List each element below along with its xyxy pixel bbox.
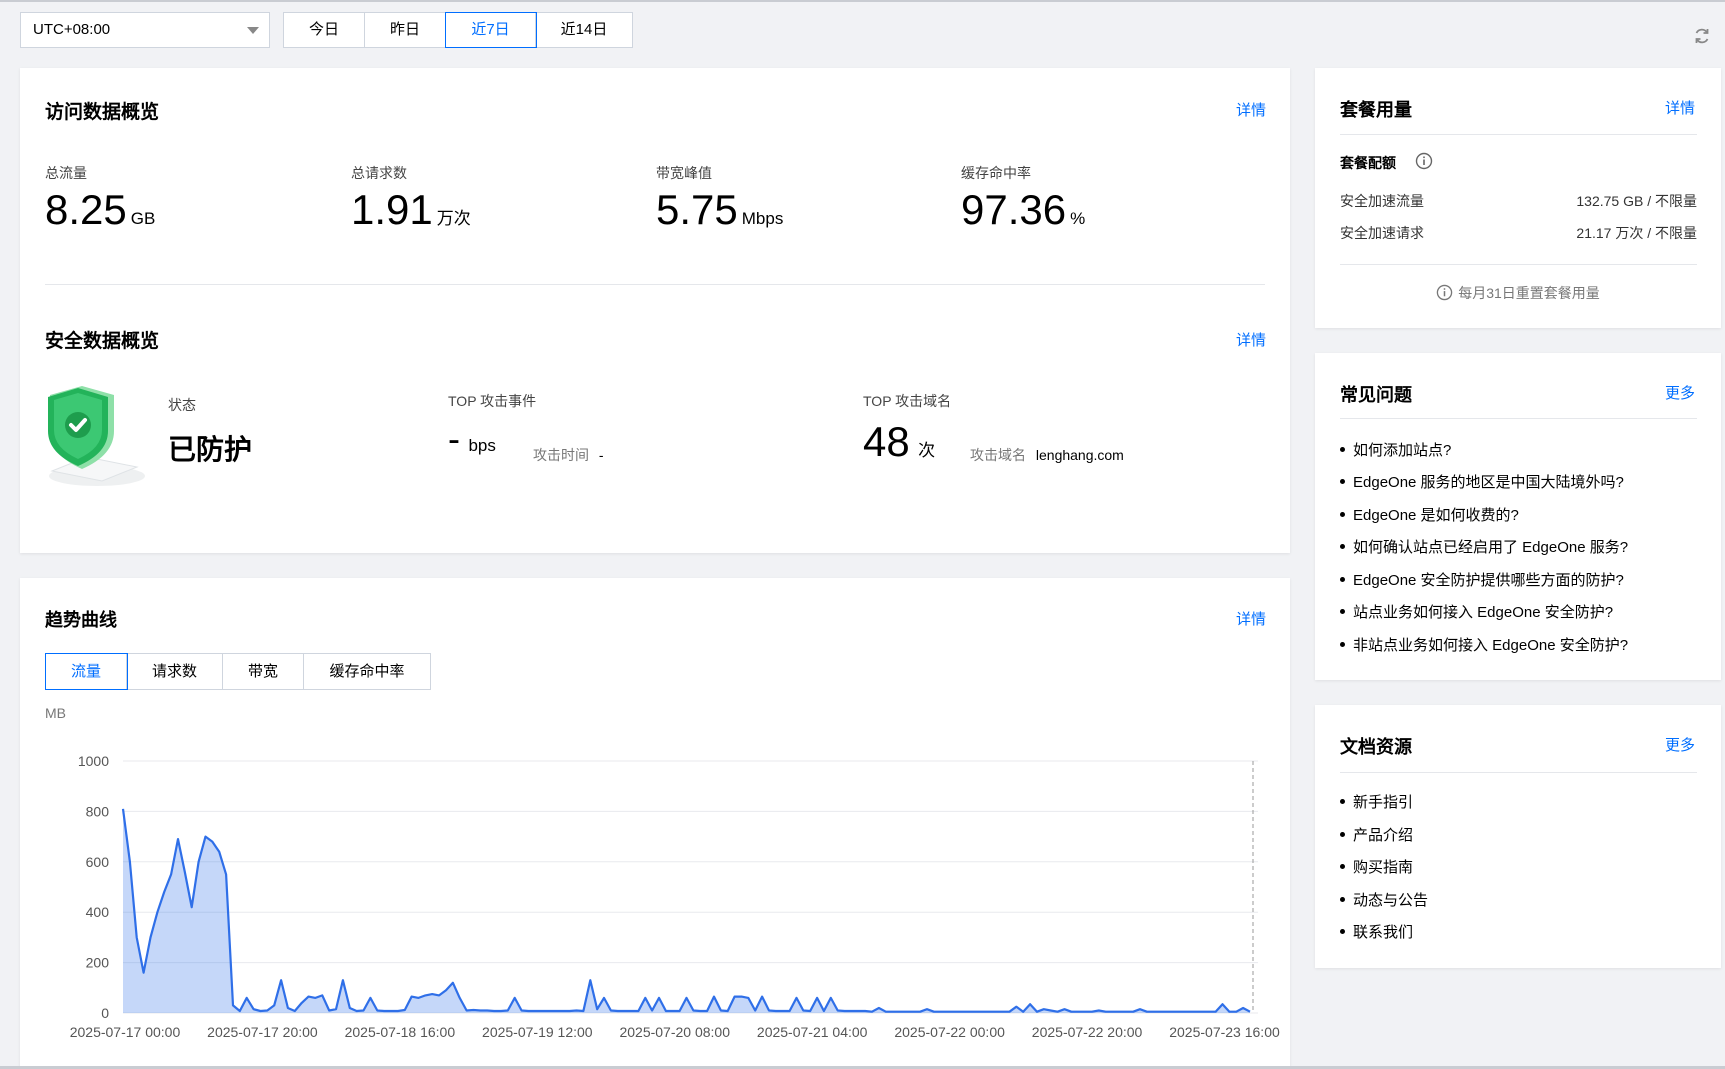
metric-value-bandwidth-peak: 5.75 Mbps	[656, 186, 784, 233]
plan-title: 套餐用量	[1340, 100, 1412, 120]
x-tick-label: 2025-07-23 16:00	[1169, 1024, 1280, 1040]
doc-link[interactable]: 产品介绍	[1340, 824, 1413, 845]
plan-row-requests-label: 安全加速请求	[1340, 225, 1424, 241]
tab-requests[interactable]: 请求数	[127, 654, 223, 689]
metric-label-cache-hit: 缓存命中率	[961, 165, 1031, 181]
y-tick-label: 400	[86, 904, 110, 920]
faq-item[interactable]: EdgeOne 服务的地区是中国大陆境外吗?	[1340, 471, 1624, 492]
plan-row-traffic-value: 132.75 GB / 不限量	[1576, 193, 1697, 209]
range-today-button[interactable]: 今日	[284, 13, 365, 47]
status-label: 状态	[168, 397, 196, 413]
access-detail-link[interactable]: 详情	[1236, 99, 1266, 120]
range-7days-button[interactable]: 近7日	[445, 12, 537, 48]
x-tick-label: 2025-07-19 12:00	[482, 1024, 593, 1040]
info-icon[interactable]	[1415, 152, 1433, 170]
top-domain-value: 48 次	[863, 418, 936, 465]
series-area	[123, 808, 1250, 1013]
x-tick-label: 2025-07-21 04:00	[757, 1024, 868, 1040]
attack-time: 攻击时间 -	[533, 447, 604, 463]
trend-chart[interactable]: 0 200 400 600 800 1000 2025-07-17 00:00 2025-07…	[40, 740, 1280, 1066]
faq-item[interactable]: 非站点业务如何接入 EdgeOne 安全防护?	[1340, 634, 1628, 655]
y-tick-label: 0	[101, 1005, 109, 1021]
x-tick-label: 2025-07-18 16:00	[345, 1024, 456, 1040]
x-tick-label: 2025-07-17 00:00	[70, 1024, 181, 1040]
plan-card: 套餐用量 详情 套餐配额 安全加速流量 132.75 GB / 不限量 安全加速…	[1315, 68, 1721, 328]
range-14days-button[interactable]: 近14日	[536, 13, 632, 47]
y-tick-label: 200	[86, 955, 110, 971]
status-value: 已防护	[168, 434, 253, 465]
faq-item[interactable]: 如何添加站点?	[1340, 439, 1451, 460]
x-tick-label: 2025-07-20 08:00	[619, 1024, 730, 1040]
plan-row-requests-value: 21.17 万次 / 不限量	[1576, 225, 1697, 241]
trend-metric-tabs: 流量 请求数 带宽 缓存命中率	[45, 653, 431, 690]
timezone-value: UTC+08:00	[33, 21, 111, 38]
divider	[1340, 418, 1697, 419]
access-overview-title: 访问数据概览	[45, 102, 160, 123]
faq-more-link[interactable]: 更多	[1665, 382, 1695, 403]
docs-title: 文档资源	[1340, 737, 1412, 757]
range-yesterday-button[interactable]: 昨日	[365, 13, 446, 47]
security-detail-link[interactable]: 详情	[1236, 329, 1266, 350]
metric-label-requests: 总请求数	[351, 165, 407, 181]
timezone-select[interactable]: UTC+08:00	[20, 12, 270, 48]
metric-label-traffic: 总流量	[45, 165, 87, 181]
overview-card: 访问数据概览 详情 总流量 8.25 GB 总请求数 1.91 万次 带宽峰值 5.…	[20, 68, 1290, 553]
top-event-value: - bps	[448, 418, 496, 459]
refresh-icon[interactable]	[1692, 26, 1712, 46]
tab-traffic[interactable]: 流量	[45, 653, 128, 690]
docs-card: 文档资源 更多 新手指引 产品介绍 购买指南 动态与公告 联系我们	[1315, 705, 1721, 968]
tab-bandwidth[interactable]: 带宽	[223, 654, 304, 689]
divider	[45, 284, 1265, 285]
shield-icon	[48, 386, 145, 486]
x-tick-label: 2025-07-17 20:00	[207, 1024, 318, 1040]
metric-value-traffic: 8.25 GB	[45, 186, 156, 233]
doc-link[interactable]: 联系我们	[1340, 921, 1413, 942]
series-line	[121, 808, 1251, 1013]
y-tick-label: 600	[86, 854, 110, 870]
quota-label: 套餐配额	[1340, 155, 1396, 171]
metric-label-bandwidth-peak: 带宽峰值	[656, 165, 712, 181]
faq-item[interactable]: EdgeOne 安全防护提供哪些方面的防护?	[1340, 569, 1624, 590]
x-tick-label: 2025-07-22 20:00	[1032, 1024, 1143, 1040]
faq-title: 常见问题	[1340, 385, 1412, 405]
doc-link[interactable]: 新手指引	[1340, 791, 1413, 812]
chevron-down-icon	[247, 27, 259, 34]
faq-item[interactable]: EdgeOne 是如何收费的?	[1340, 504, 1519, 525]
info-icon	[1436, 284, 1453, 301]
metric-value-requests: 1.91 万次	[351, 186, 471, 233]
attack-domain: 攻击域名 lenghang.com	[970, 447, 1124, 463]
plan-note: 每月31日重置套餐用量	[1315, 283, 1721, 303]
trend-detail-link[interactable]: 详情	[1236, 608, 1266, 629]
metric-value-cache-hit: 97.36%	[961, 186, 1086, 233]
doc-link[interactable]: 购买指南	[1340, 856, 1413, 877]
top-domain-label: TOP 攻击域名	[863, 393, 952, 409]
plan-row-traffic-label: 安全加速流量	[1340, 193, 1424, 209]
security-overview-title: 安全数据概览	[45, 331, 160, 352]
faq-card: 常见问题 更多 如何添加站点? EdgeOne 服务的地区是中国大陆境外吗? E…	[1315, 353, 1721, 680]
faq-item[interactable]: 站点业务如何接入 EdgeOne 安全防护?	[1340, 601, 1613, 622]
y-tick-label: 1000	[78, 753, 109, 769]
faq-item[interactable]: 如何确认站点已经启用了 EdgeOne 服务?	[1340, 536, 1628, 557]
doc-link[interactable]: 动态与公告	[1340, 889, 1428, 910]
divider	[1340, 134, 1697, 135]
divider	[1340, 264, 1697, 265]
date-range-group: 今日 昨日 近7日 近14日	[283, 12, 633, 48]
plan-detail-link[interactable]: 详情	[1665, 97, 1695, 118]
divider	[1340, 772, 1697, 773]
y-tick-label: 800	[86, 803, 110, 819]
top-event-label: TOP 攻击事件	[448, 393, 537, 409]
x-tick-label: 2025-07-22 00:00	[894, 1024, 1005, 1040]
trend-title: 趋势曲线	[45, 610, 117, 630]
docs-more-link[interactable]: 更多	[1665, 734, 1695, 755]
top-border	[0, 0, 1725, 2]
tab-cache-hit[interactable]: 缓存命中率	[304, 654, 430, 689]
chart-unit-label: MB	[45, 705, 66, 721]
